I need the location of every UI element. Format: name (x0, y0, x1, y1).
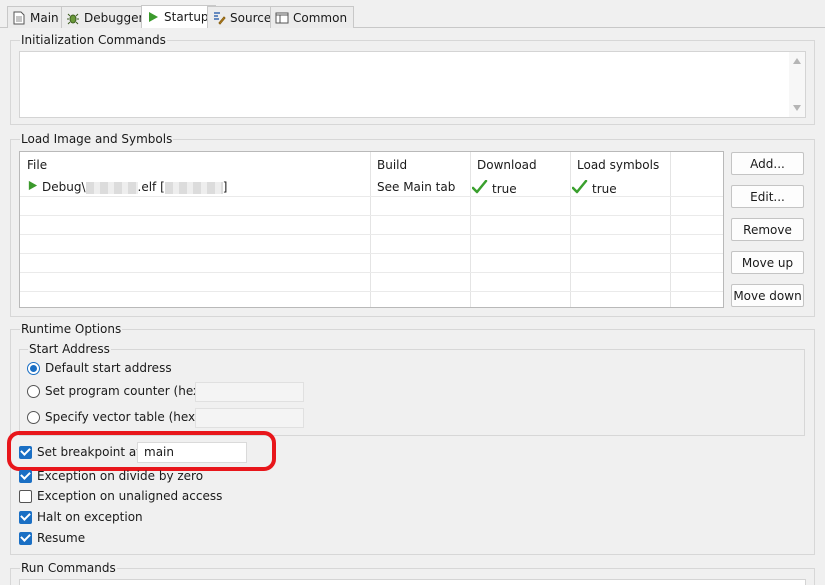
run-commands-label: Run Commands (20, 561, 117, 575)
vector-table-input[interactable] (195, 408, 304, 428)
load-symbols-cell: true (571, 179, 617, 197)
column-header-load-symbols[interactable]: Load symbols (577, 158, 659, 172)
load-image-table[interactable]: File Build Download Load symbols Debug\.… (19, 151, 724, 308)
radio-unselected[interactable] (27, 410, 40, 424)
halt-on-exception-checkbox[interactable]: Halt on exception (19, 510, 143, 524)
tab-source[interactable]: Source (207, 6, 279, 28)
set-program-counter-radio[interactable]: Set program counter (hex): (27, 384, 209, 398)
window-icon (275, 11, 289, 25)
start-address-label: Start Address (28, 342, 111, 356)
divide-by-zero-checkbox[interactable]: Exception on divide by zero (19, 469, 203, 483)
init-scrollbar[interactable] (789, 52, 805, 117)
tab-source-label: Source (230, 10, 272, 25)
download-cell: true (471, 179, 517, 197)
play-icon (27, 180, 38, 194)
program-counter-input[interactable] (195, 382, 304, 402)
load-image-label: Load Image and Symbols (20, 132, 174, 146)
default-start-address-radio[interactable]: Default start address (27, 361, 172, 375)
runtime-options-label: Runtime Options (20, 322, 123, 336)
move-down-button[interactable]: Move down (731, 284, 804, 307)
edit-button[interactable]: Edit... (731, 185, 804, 208)
remove-button[interactable]: Remove (731, 218, 804, 241)
highlight-annotation (7, 431, 276, 471)
tab-common[interactable]: Common (270, 6, 355, 28)
tab-common-label: Common (293, 10, 348, 25)
column-header-build[interactable]: Build (377, 158, 407, 172)
table-row[interactable]: Debug\ .elf [] (27, 180, 227, 194)
resume-checkbox[interactable]: Resume (19, 531, 85, 545)
tab-debugger[interactable]: Debugger (61, 6, 151, 28)
file-path: Debug\ .elf [] (42, 180, 228, 194)
checkmark-icon (571, 179, 588, 197)
tab-startup-label: Startup (164, 10, 209, 24)
column-header-download[interactable]: Download (477, 158, 537, 172)
bug-icon (66, 11, 80, 25)
checkmark-icon (471, 179, 488, 197)
radio-unselected[interactable] (27, 384, 40, 398)
run-commands-textarea[interactable] (19, 579, 806, 585)
scroll-up-icon[interactable] (793, 58, 801, 64)
play-icon (146, 10, 160, 24)
vector-table-radio[interactable]: Specify vector table (hex): (27, 410, 204, 424)
tab-main[interactable]: Main (7, 6, 66, 28)
unaligned-access-checkbox[interactable]: Exception on unaligned access (19, 489, 222, 503)
add-button[interactable]: Add... (731, 152, 804, 175)
move-up-button[interactable]: Move up (731, 251, 804, 274)
init-commands-label: Initialization Commands (20, 33, 167, 47)
build-cell: See Main tab (377, 180, 456, 194)
tab-main-label: Main (30, 10, 59, 25)
tab-debugger-label: Debugger (84, 10, 144, 25)
scroll-down-icon[interactable] (793, 105, 801, 111)
tab-startup[interactable]: Startup (141, 5, 216, 28)
source-icon (212, 11, 226, 25)
document-icon (12, 11, 26, 25)
radio-selected[interactable] (27, 361, 40, 375)
tab-bar: Main Debugger Startup Source Common (0, 0, 825, 28)
column-header-file[interactable]: File (27, 158, 47, 172)
init-commands-textarea[interactable] (19, 51, 806, 118)
